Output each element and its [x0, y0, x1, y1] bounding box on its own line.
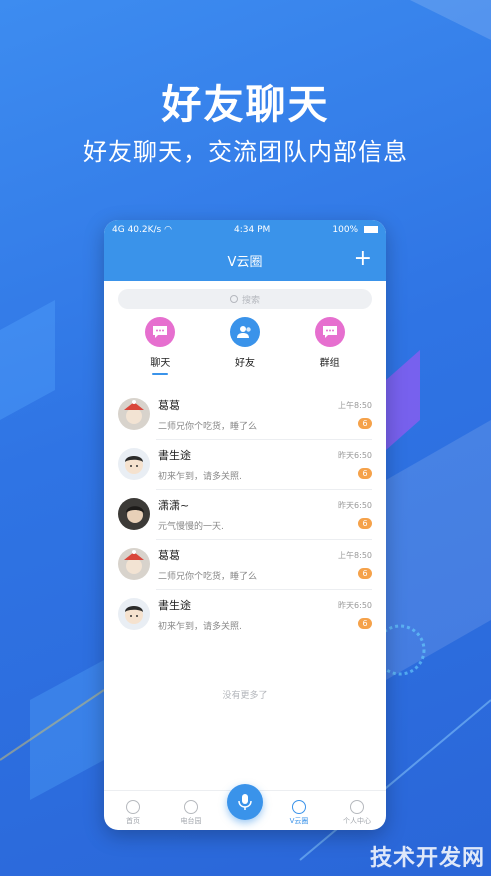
conversation-meta: 昨天6:50 6 — [338, 500, 372, 529]
signal-indicator: 4G — [112, 224, 125, 235]
avatar — [118, 448, 150, 480]
friends-icon — [229, 317, 260, 347]
contact-name: 書生途 — [158, 448, 191, 462]
list-item[interactable]: 書生途 初来乍到，请多关照. 昨天6:50 6 — [104, 439, 386, 489]
nav-home-label: 首页 — [126, 817, 140, 825]
avatar — [118, 548, 150, 580]
conversation-body: 潇潇~ 元气慢慢的一天. — [158, 497, 338, 532]
app-header: V云圈 + — [104, 239, 386, 281]
last-message: 元气慢慢的一天. — [158, 521, 224, 532]
search-icon — [229, 295, 238, 303]
list-item[interactable]: 葛葛 二师兄你个吃货，睡了么 上午8:50 6 — [104, 389, 386, 439]
unread-badge: 6 — [358, 617, 372, 629]
wifi-icon: ◠ — [164, 224, 172, 235]
tab-friends[interactable]: 好友 — [215, 317, 275, 389]
nav-profile-label: 个人中心 — [343, 817, 371, 825]
group-chat-icon — [314, 317, 345, 347]
unread-badge: 6 — [358, 417, 372, 429]
avatar — [118, 398, 150, 430]
conversation-list: 葛葛 二师兄你个吃货，睡了么 上午8:50 6 書生途 初来乍到，请多关照. 昨… — [104, 389, 386, 639]
message-time: 昨天6:50 — [338, 450, 372, 460]
nav-vcircle-label: V云圈 — [289, 817, 309, 825]
message-time: 上午8:50 — [338, 400, 372, 410]
tab-chat-label: 聊天 — [150, 358, 171, 369]
contact-name: 葛葛 — [158, 548, 180, 562]
conversation-meta: 上午8:50 6 — [338, 400, 372, 429]
status-bar: 4G 40.2K/s ◠ 4:34 PM 100% — [104, 220, 386, 239]
vcircle-icon — [292, 800, 306, 814]
avatar — [118, 598, 150, 630]
microphone-icon — [238, 794, 252, 810]
search-placeholder: 搜索 — [241, 295, 260, 306]
nav-profile[interactable]: 个人中心 — [333, 800, 381, 826]
nav-radio-label: 电台园 — [180, 817, 202, 825]
message-time: 昨天6:50 — [338, 600, 372, 610]
contact-name: 書生途 — [158, 598, 191, 612]
battery-icon — [363, 225, 378, 233]
conversation-body: 葛葛 二师兄你个吃货，睡了么 — [158, 547, 338, 582]
avatar — [118, 498, 150, 530]
list-item[interactable]: 葛葛 二师兄你个吃货，睡了么 上午8:50 6 — [104, 539, 386, 589]
list-item[interactable]: 書生途 初来乍到，请多关照. 昨天6:50 6 — [104, 589, 386, 639]
network-speed: 40.2K/s — [127, 224, 162, 235]
chat-bubble-icon — [145, 317, 176, 347]
tab-groups-label: 群组 — [319, 358, 340, 369]
promo-headline: 好友聊天 — [161, 82, 330, 128]
contact-name: 潇潇~ — [158, 498, 190, 512]
last-message: 二师兄你个吃货，睡了么 — [158, 421, 258, 432]
phone-screen: 4G 40.2K/s ◠ 4:34 PM 100% V云圈 + 搜索 聊天 好友… — [104, 220, 386, 830]
conversation-body: 書生途 初来乍到，请多关照. — [158, 447, 338, 482]
message-time: 昨天6:50 — [338, 500, 372, 510]
voice-button[interactable] — [227, 784, 263, 820]
add-button[interactable]: + — [354, 245, 372, 273]
unread-badge: 6 — [358, 567, 372, 579]
tab-groups[interactable]: 群组 — [300, 317, 360, 389]
tab-chat[interactable]: 聊天 — [130, 317, 190, 389]
list-item[interactable]: 潇潇~ 元气慢慢的一天. 昨天6:50 6 — [104, 489, 386, 539]
message-time: 上午8:50 — [338, 550, 372, 560]
status-time: 4:34 PM — [234, 224, 271, 235]
category-tabs: 聊天 好友 群组 — [104, 309, 386, 389]
battery-text: 100% — [332, 224, 359, 235]
home-icon — [126, 800, 140, 814]
conversation-meta: 昨天6:50 6 — [338, 450, 372, 479]
radio-icon — [184, 800, 198, 814]
nav-radio[interactable]: 电台园 — [167, 800, 215, 826]
unread-badge: 6 — [358, 467, 372, 479]
contact-name: 葛葛 — [158, 398, 180, 412]
promo-subline: 好友聊天，交流团队内部信息 — [83, 138, 408, 166]
conversation-meta: 上午8:50 6 — [338, 550, 372, 579]
watermark-logo: 技术开发网 — [369, 846, 485, 871]
last-message: 初来乍到，请多关照. — [158, 621, 242, 632]
search-input[interactable]: 搜索 — [118, 289, 372, 309]
page-title: V云圈 — [227, 254, 263, 270]
tab-friends-label: 好友 — [234, 358, 255, 369]
conversation-body: 葛葛 二师兄你个吃货，睡了么 — [158, 397, 338, 432]
status-right: 100% — [332, 225, 378, 235]
last-message: 二师兄你个吃货，睡了么 — [158, 571, 258, 582]
conversation-body: 書生途 初来乍到，请多关照. — [158, 597, 338, 632]
unread-badge: 6 — [358, 517, 372, 529]
profile-icon — [350, 800, 364, 814]
status-left: 4G 40.2K/s ◠ — [112, 225, 172, 235]
no-more-hint: 没有更多了 — [222, 691, 268, 701]
conversation-meta: 昨天6:50 6 — [338, 600, 372, 629]
nav-home[interactable]: 首页 — [109, 800, 157, 826]
tab-active-indicator — [152, 373, 169, 375]
nav-vcircle[interactable]: V云圈 — [275, 800, 323, 826]
last-message: 初来乍到，请多关照. — [158, 471, 242, 482]
